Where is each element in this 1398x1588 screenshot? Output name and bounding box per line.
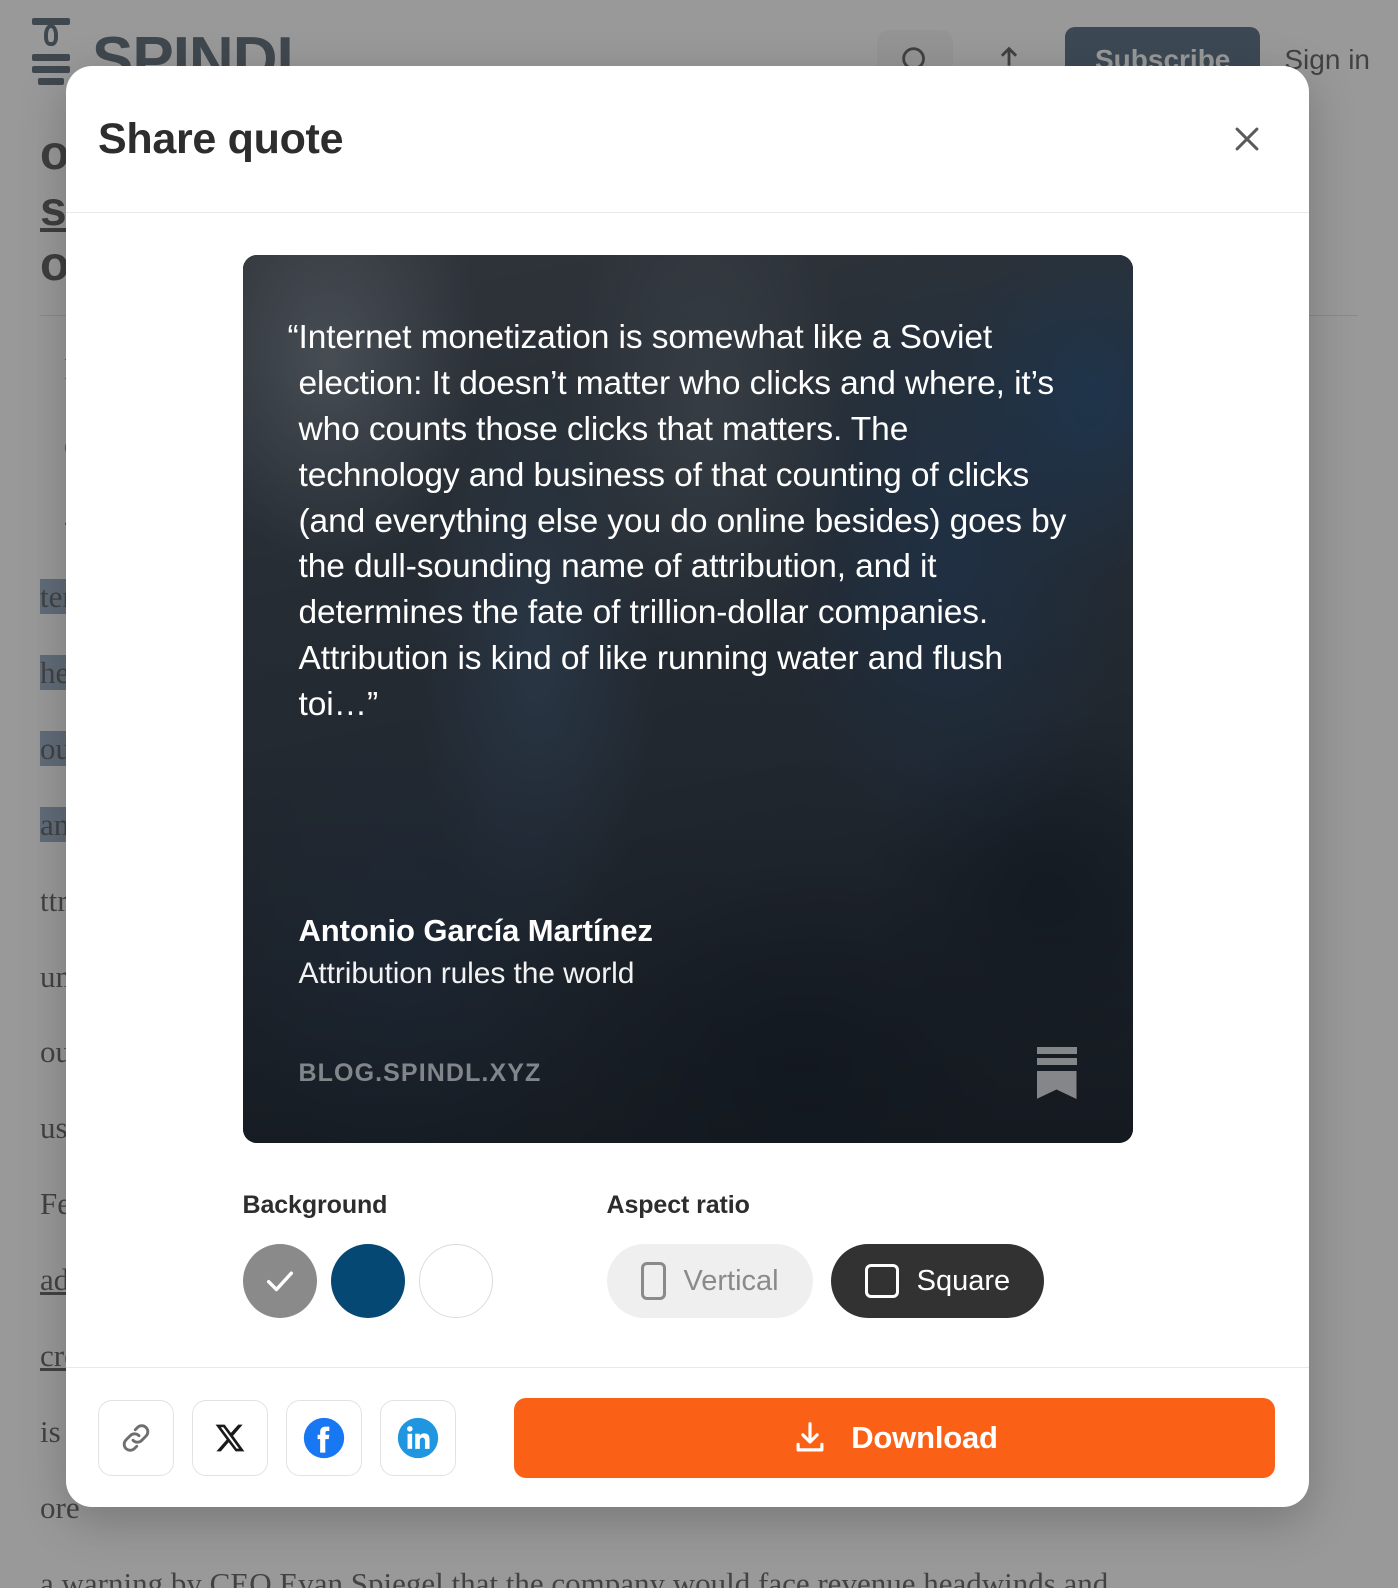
check-icon xyxy=(266,1271,293,1292)
copy-link-button[interactable] xyxy=(98,1399,174,1476)
spindl-bookmark-icon xyxy=(1036,1047,1077,1099)
modal-header: Share quote xyxy=(66,66,1309,213)
download-button[interactable]: Download xyxy=(514,1397,1275,1478)
phone-portrait-icon xyxy=(640,1262,666,1300)
background-swatch-gray[interactable] xyxy=(242,1244,317,1318)
aspect-ratio-label: Aspect ratio xyxy=(606,1191,750,1219)
background-swatch-navy[interactable] xyxy=(330,1244,405,1318)
square-icon xyxy=(864,1264,899,1298)
background-swatch-white[interactable] xyxy=(418,1244,493,1318)
quote-text: “Internet monetization is somewhat like … xyxy=(287,319,1067,724)
link-icon xyxy=(122,1423,150,1452)
background-option-group: Background xyxy=(242,1191,493,1318)
quote-preview-card: “Internet monetization is somewhat like … xyxy=(242,255,1133,1143)
aspect-ratio-vertical-button[interactable]: Vertical xyxy=(606,1244,813,1318)
share-facebook-button[interactable] xyxy=(286,1399,362,1476)
card-footer: BLOG.SPINDL.XYZ xyxy=(299,1047,1077,1099)
background-label: Background xyxy=(242,1191,388,1219)
facebook-icon xyxy=(303,1417,345,1458)
aspect-ratio-square-button[interactable]: Square xyxy=(830,1244,1045,1318)
screen: SPINDL Subscribe Sign in oph self orth xyxy=(0,0,1398,1588)
download-label: Download xyxy=(851,1419,998,1455)
card-content: “Internet monetization is somewhat like … xyxy=(243,255,1133,1143)
x-twitter-icon xyxy=(215,1424,245,1451)
share-x-button[interactable] xyxy=(192,1399,268,1476)
quote-domain: BLOG.SPINDL.XYZ xyxy=(298,1058,542,1087)
aspect-ratio-square-label: Square xyxy=(916,1264,1011,1297)
close-icon[interactable] xyxy=(1221,113,1273,165)
download-icon xyxy=(796,1421,824,1451)
aspect-ratio-option-group: Aspect ratio Vertical Square xyxy=(606,1191,1045,1318)
modal-body: “Internet monetization is somewhat like … xyxy=(66,213,1309,1367)
options-row: Background Aspect ratio Vertical Square xyxy=(242,1191,1133,1318)
background-swatches xyxy=(242,1244,493,1318)
quote-author: Antonio García Martínez xyxy=(298,913,653,948)
quote-source-title: Attribution rules the world xyxy=(298,957,635,990)
aspect-ratio-vertical-label: Vertical xyxy=(683,1264,779,1297)
share-linkedin-button[interactable] xyxy=(380,1399,456,1476)
card-spacer xyxy=(299,728,1077,913)
page-title: Share quote xyxy=(98,114,344,163)
modal-footer: Download xyxy=(66,1367,1309,1507)
share-quote-modal: Share quote “Internet monetization is so… xyxy=(66,66,1309,1507)
linkedin-icon xyxy=(397,1417,439,1458)
aspect-ratio-buttons: Vertical Square xyxy=(606,1244,1045,1318)
